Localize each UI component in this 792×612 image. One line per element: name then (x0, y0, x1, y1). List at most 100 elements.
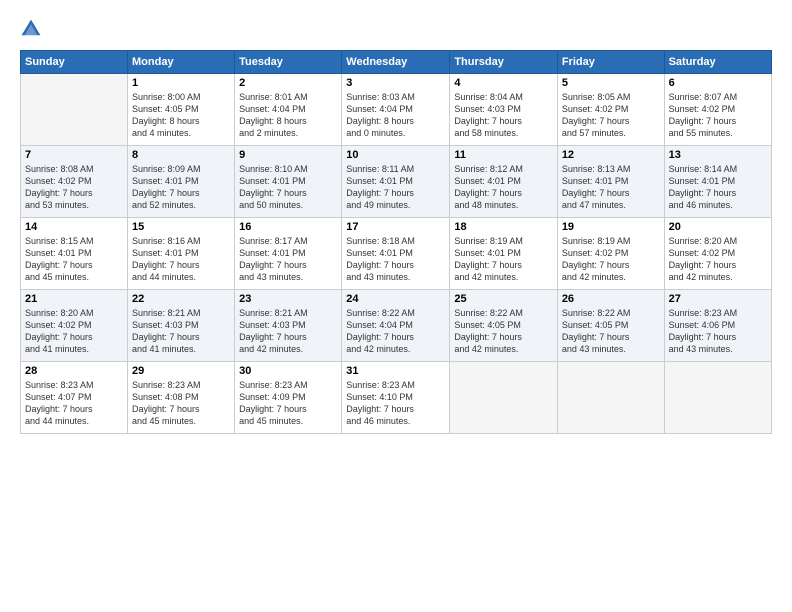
day-info: Sunrise: 8:19 AM Sunset: 4:01 PM Dayligh… (454, 235, 552, 284)
calendar-cell: 22 Sunrise: 8:21 AM Sunset: 4:03 PM Dayli… (128, 290, 235, 362)
day-info: Sunrise: 8:05 AM Sunset: 4:02 PM Dayligh… (562, 91, 660, 140)
day-info: Sunrise: 8:03 AM Sunset: 4:04 PM Dayligh… (346, 91, 445, 140)
day-number: 24 (346, 293, 445, 305)
day-info: Sunrise: 8:16 AM Sunset: 4:01 PM Dayligh… (132, 235, 230, 284)
calendar-cell: 28 Sunrise: 8:23 AM Sunset: 4:07 PM Dayli… (21, 362, 128, 434)
calendar-cell: 12Sunrise: 8:13 AM Sunset: 4:01 PM Dayli… (557, 146, 664, 218)
calendar-cell: 20 Sunrise: 8:20 AM Sunset: 4:02 PM Dayli… (664, 218, 771, 290)
calendar-cell (21, 74, 128, 146)
header-cell-wednesday: Wednesday (342, 51, 450, 74)
day-number: 3 (346, 77, 445, 89)
calendar-table: SundayMondayTuesdayWednesdayThursdayFrid… (20, 50, 772, 434)
calendar-week-4: 21 Sunrise: 8:20 AM Sunset: 4:02 PM Dayli… (21, 290, 772, 362)
day-number: 10 (346, 149, 445, 161)
day-number: 5 (562, 77, 660, 89)
day-info: Sunrise: 8:07 AM Sunset: 4:02 PM Dayligh… (669, 91, 767, 140)
calendar-cell: 19 Sunrise: 8:19 AM Sunset: 4:02 PM Dayli… (557, 218, 664, 290)
header-cell-monday: Monday (128, 51, 235, 74)
day-number: 27 (669, 293, 767, 305)
calendar-cell: 26 Sunrise: 8:22 AM Sunset: 4:05 PM Dayli… (557, 290, 664, 362)
calendar-cell: 17 Sunrise: 8:18 AM Sunset: 4:01 PM Dayli… (342, 218, 450, 290)
day-number: 29 (132, 365, 230, 377)
header-cell-friday: Friday (557, 51, 664, 74)
calendar-cell: 7 Sunrise: 8:08 AM Sunset: 4:02 PM Daylig… (21, 146, 128, 218)
calendar-cell: 10 Sunrise: 8:11 AM Sunset: 4:01 PM Dayli… (342, 146, 450, 218)
day-number: 31 (346, 365, 445, 377)
calendar-cell: 23 Sunrise: 8:21 AM Sunset: 4:03 PM Dayli… (235, 290, 342, 362)
day-number: 17 (346, 221, 445, 233)
day-info: Sunrise: 8:19 AM Sunset: 4:02 PM Dayligh… (562, 235, 660, 284)
day-number: 21 (25, 293, 123, 305)
day-info: Sunrise: 8:00 AM Sunset: 4:05 PM Dayligh… (132, 91, 230, 140)
calendar-cell: 18 Sunrise: 8:19 AM Sunset: 4:01 PM Dayli… (450, 218, 557, 290)
header-cell-saturday: Saturday (664, 51, 771, 74)
day-number: 2 (239, 77, 337, 89)
day-info: Sunrise: 8:14 AM Sunset: 4:01 PM Dayligh… (669, 163, 767, 212)
day-number: 26 (562, 293, 660, 305)
day-info: Sunrise: 8:08 AM Sunset: 4:02 PM Dayligh… (25, 163, 123, 212)
day-info: Sunrise: 8:15 AM Sunset: 4:01 PM Dayligh… (25, 235, 123, 284)
day-number: 8 (132, 149, 230, 161)
day-number: 15 (132, 221, 230, 233)
day-info: Sunrise: 8:21 AM Sunset: 4:03 PM Dayligh… (132, 307, 230, 356)
header-cell-sunday: Sunday (21, 51, 128, 74)
day-info: Sunrise: 8:20 AM Sunset: 4:02 PM Dayligh… (669, 235, 767, 284)
day-info: Sunrise: 8:23 AM Sunset: 4:09 PM Dayligh… (239, 379, 337, 428)
day-number: 18 (454, 221, 552, 233)
day-info: Sunrise: 8:23 AM Sunset: 4:06 PM Dayligh… (669, 307, 767, 356)
calendar-week-1: 1 Sunrise: 8:00 AM Sunset: 4:05 PM Daylig… (21, 74, 772, 146)
day-number: 23 (239, 293, 337, 305)
calendar-cell: 24Sunrise: 8:22 AM Sunset: 4:04 PM Dayli… (342, 290, 450, 362)
calendar-cell: 8 Sunrise: 8:09 AM Sunset: 4:01 PM Daylig… (128, 146, 235, 218)
calendar-week-3: 14 Sunrise: 8:15 AM Sunset: 4:01 PM Dayli… (21, 218, 772, 290)
calendar-week-2: 7 Sunrise: 8:08 AM Sunset: 4:02 PM Daylig… (21, 146, 772, 218)
day-info: Sunrise: 8:21 AM Sunset: 4:03 PM Dayligh… (239, 307, 337, 356)
calendar-cell: 9 Sunrise: 8:10 AM Sunset: 4:01 PM Daylig… (235, 146, 342, 218)
day-number: 7 (25, 149, 123, 161)
day-number: 25 (454, 293, 552, 305)
day-info: Sunrise: 8:23 AM Sunset: 4:10 PM Dayligh… (346, 379, 445, 428)
day-info: Sunrise: 8:23 AM Sunset: 4:07 PM Dayligh… (25, 379, 123, 428)
day-info: Sunrise: 8:11 AM Sunset: 4:01 PM Dayligh… (346, 163, 445, 212)
calendar-cell: 3 Sunrise: 8:03 AM Sunset: 4:04 PM Daylig… (342, 74, 450, 146)
calendar-cell: 27 Sunrise: 8:23 AM Sunset: 4:06 PM Dayli… (664, 290, 771, 362)
calendar-cell (557, 362, 664, 434)
logo (20, 18, 46, 40)
calendar-week-5: 28 Sunrise: 8:23 AM Sunset: 4:07 PM Dayli… (21, 362, 772, 434)
day-info: Sunrise: 8:17 AM Sunset: 4:01 PM Dayligh… (239, 235, 337, 284)
day-number: 20 (669, 221, 767, 233)
day-number: 14 (25, 221, 123, 233)
day-info: Sunrise: 8:09 AM Sunset: 4:01 PM Dayligh… (132, 163, 230, 212)
day-info: Sunrise: 8:20 AM Sunset: 4:02 PM Dayligh… (25, 307, 123, 356)
calendar-cell: 14 Sunrise: 8:15 AM Sunset: 4:01 PM Dayli… (21, 218, 128, 290)
calendar-header: SundayMondayTuesdayWednesdayThursdayFrid… (21, 51, 772, 74)
calendar-page: SundayMondayTuesdayWednesdayThursdayFrid… (0, 0, 792, 612)
calendar-cell: 29 Sunrise: 8:23 AM Sunset: 4:08 PM Dayli… (128, 362, 235, 434)
day-info: Sunrise: 8:22 AM Sunset: 4:05 PM Dayligh… (562, 307, 660, 356)
calendar-cell: 21 Sunrise: 8:20 AM Sunset: 4:02 PM Dayli… (21, 290, 128, 362)
day-number: 11 (454, 149, 552, 161)
calendar-cell: 5 Sunrise: 8:05 AM Sunset: 4:02 PM Daylig… (557, 74, 664, 146)
calendar-cell (664, 362, 771, 434)
day-number: 6 (669, 77, 767, 89)
day-number: 22 (132, 293, 230, 305)
calendar-cell: 6 Sunrise: 8:07 AM Sunset: 4:02 PM Daylig… (664, 74, 771, 146)
calendar-body: 1 Sunrise: 8:00 AM Sunset: 4:05 PM Daylig… (21, 74, 772, 434)
header-row: SundayMondayTuesdayWednesdayThursdayFrid… (21, 51, 772, 74)
header (20, 18, 772, 40)
calendar-cell: 4Sunrise: 8:04 AM Sunset: 4:03 PM Daylig… (450, 74, 557, 146)
day-info: Sunrise: 8:10 AM Sunset: 4:01 PM Dayligh… (239, 163, 337, 212)
calendar-cell: 1 Sunrise: 8:00 AM Sunset: 4:05 PM Daylig… (128, 74, 235, 146)
calendar-cell: 11Sunrise: 8:12 AM Sunset: 4:01 PM Dayli… (450, 146, 557, 218)
day-info: Sunrise: 8:18 AM Sunset: 4:01 PM Dayligh… (346, 235, 445, 284)
day-number: 9 (239, 149, 337, 161)
day-info: Sunrise: 8:13 AM Sunset: 4:01 PM Dayligh… (562, 163, 660, 212)
calendar-cell: 25Sunrise: 8:22 AM Sunset: 4:05 PM Dayli… (450, 290, 557, 362)
day-number: 1 (132, 77, 230, 89)
day-info: Sunrise: 8:23 AM Sunset: 4:08 PM Dayligh… (132, 379, 230, 428)
day-number: 13 (669, 149, 767, 161)
day-number: 30 (239, 365, 337, 377)
day-number: 19 (562, 221, 660, 233)
calendar-cell: 30 Sunrise: 8:23 AM Sunset: 4:09 PM Dayli… (235, 362, 342, 434)
day-number: 28 (25, 365, 123, 377)
